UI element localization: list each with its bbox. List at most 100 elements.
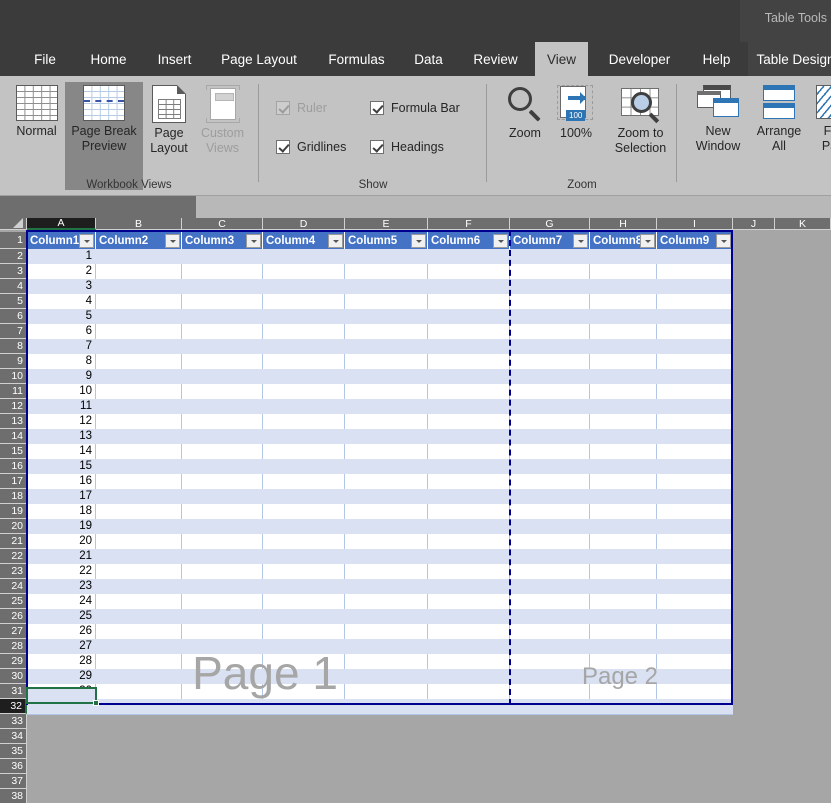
column-header-H[interactable]: H [590, 218, 657, 230]
table-row[interactable] [27, 654, 733, 669]
filter-dropdown-icon[interactable] [328, 233, 343, 248]
row-header-37[interactable]: 37 [0, 774, 27, 789]
table-cell-value[interactable]: 5 [27, 309, 95, 324]
print-area-border-right[interactable] [731, 230, 733, 705]
table-row[interactable] [27, 369, 733, 384]
table-cell-value[interactable]: 3 [27, 279, 95, 294]
formula-bar-checkbox-row[interactable]: Formula Bar [370, 101, 460, 115]
table-cell-value[interactable]: 12 [27, 414, 95, 429]
filter-dropdown-icon[interactable] [493, 233, 508, 248]
row-header-17[interactable]: 17 [0, 474, 27, 489]
page-break-line-vertical[interactable] [509, 230, 511, 705]
row-header-6[interactable]: 6 [0, 309, 27, 324]
table-cell-value[interactable]: 27 [27, 639, 95, 654]
table-cell-value[interactable]: 1 [27, 249, 95, 264]
table-row[interactable] [27, 594, 733, 609]
table-row[interactable] [27, 429, 733, 444]
table-cell-value[interactable]: 6 [27, 324, 95, 339]
ribbon-tab-table-design[interactable]: Table Design [748, 42, 831, 76]
table-cell-value[interactable]: 13 [27, 429, 95, 444]
table-row[interactable] [27, 309, 733, 324]
active-cell-a32[interactable] [26, 687, 99, 706]
row-header-19[interactable]: 19 [0, 504, 27, 519]
table-header-cell[interactable]: Column6 [428, 232, 510, 249]
ribbon-tab-formulas[interactable]: Formulas [317, 42, 396, 76]
column-header-D[interactable]: D [263, 218, 345, 230]
row-header-20[interactable]: 20 [0, 519, 27, 534]
table-cell-value[interactable]: 8 [27, 354, 95, 369]
table-cell-value[interactable]: 18 [27, 504, 95, 519]
filter-dropdown-icon[interactable] [246, 233, 261, 248]
table-row[interactable] [27, 399, 733, 414]
table-row[interactable] [27, 279, 733, 294]
table-row[interactable] [27, 639, 733, 654]
column-header-F[interactable]: F [428, 218, 510, 230]
table-header-cell[interactable]: Column8 [590, 232, 657, 249]
row-header-15[interactable]: 15 [0, 444, 27, 459]
row-header-38[interactable]: 38 [0, 789, 27, 803]
page-layout-view-button[interactable]: Page Layout [145, 82, 193, 156]
filter-dropdown-icon[interactable] [716, 233, 731, 248]
normal-view-button[interactable]: Normal [8, 82, 65, 139]
table-cell-value[interactable]: 23 [27, 579, 95, 594]
column-header-C[interactable]: C [182, 218, 263, 230]
table-cell-value[interactable]: 20 [27, 534, 95, 549]
zoom-to-selection-button[interactable]: Zoom to Selection [604, 82, 677, 156]
table-cell-value[interactable]: 15 [27, 459, 95, 474]
print-area-border-left[interactable] [26, 230, 28, 705]
filter-dropdown-icon[interactable] [411, 233, 426, 248]
table-row[interactable] [27, 534, 733, 549]
row-header-27[interactable]: 27 [0, 624, 27, 639]
table-row[interactable] [27, 579, 733, 594]
row-header-29[interactable]: 29 [0, 654, 27, 669]
table-cell-value[interactable]: 25 [27, 609, 95, 624]
ribbon-tab-developer[interactable]: Developer [593, 42, 686, 76]
table-row[interactable] [27, 459, 733, 474]
print-area-border-bottom[interactable] [96, 703, 733, 705]
table-header-cell[interactable]: Column5 [345, 232, 428, 249]
table-cell-value[interactable]: 24 [27, 594, 95, 609]
table-cell-value[interactable]: 21 [27, 549, 95, 564]
table-row[interactable] [27, 489, 733, 504]
row-header-24[interactable]: 24 [0, 579, 27, 594]
row-header-16[interactable]: 16 [0, 459, 27, 474]
table-row[interactable] [27, 549, 733, 564]
row-header-23[interactable]: 23 [0, 564, 27, 579]
table-cell-value[interactable]: 22 [27, 564, 95, 579]
table-row[interactable] [27, 264, 733, 279]
table-row[interactable] [27, 444, 733, 459]
column-header-A[interactable]: A [27, 218, 96, 230]
table-cell-value[interactable]: 4 [27, 294, 95, 309]
row-header-34[interactable]: 34 [0, 729, 27, 744]
row-header-31[interactable]: 31 [0, 684, 27, 699]
column-header-K[interactable]: K [775, 218, 831, 230]
ribbon-tab-help[interactable]: Help [693, 42, 740, 76]
table-cell-value[interactable]: 11 [27, 399, 95, 414]
table-row[interactable] [27, 699, 733, 714]
row-header-25[interactable]: 25 [0, 594, 27, 609]
row-header-36[interactable]: 36 [0, 759, 27, 774]
table-cell-value[interactable]: 19 [27, 519, 95, 534]
row-header-26[interactable]: 26 [0, 609, 27, 624]
row-header-32[interactable]: 32 [0, 699, 27, 714]
table-header-cell[interactable]: Column3 [182, 232, 263, 249]
row-header-5[interactable]: 5 [0, 294, 27, 309]
row-header-12[interactable]: 12 [0, 399, 27, 414]
ribbon-tab-file[interactable]: File [22, 42, 68, 76]
table-header-cell[interactable]: Column1 [27, 232, 96, 249]
zoom-100-button[interactable]: 100 100% [550, 82, 602, 141]
row-header-10[interactable]: 10 [0, 369, 27, 384]
print-area-border-top[interactable] [26, 230, 733, 232]
row-header-28[interactable]: 28 [0, 639, 27, 654]
table-cell-value[interactable]: 9 [27, 369, 95, 384]
row-header-30[interactable]: 30 [0, 669, 27, 684]
headings-checkbox-row[interactable]: Headings [370, 140, 444, 154]
column-header-B[interactable]: B [96, 218, 182, 230]
row-header-8[interactable]: 8 [0, 339, 27, 354]
row-header-21[interactable]: 21 [0, 534, 27, 549]
ribbon-tab-data[interactable]: Data [404, 42, 453, 76]
row-header-9[interactable]: 9 [0, 354, 27, 369]
row-header-3[interactable]: 3 [0, 264, 27, 279]
row-header-13[interactable]: 13 [0, 414, 27, 429]
formula-bar-checkbox[interactable] [370, 101, 384, 115]
